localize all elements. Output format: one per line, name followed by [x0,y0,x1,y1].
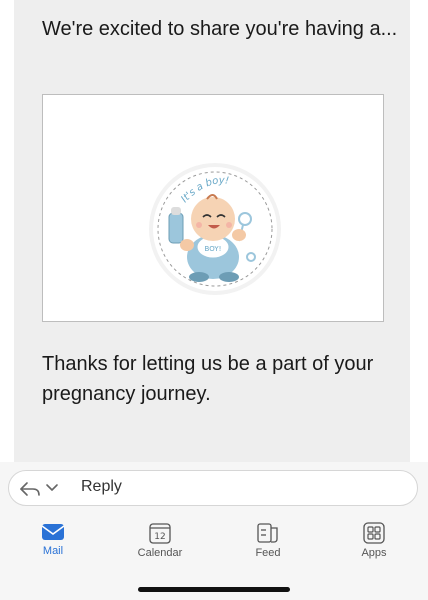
nav-calendar[interactable]: 12 Calendar [120,522,200,568]
nav-apps[interactable]: Apps [334,522,414,568]
announcement-image: It's a boy! BOY! [42,94,384,322]
nav-calendar-label: Calendar [137,547,183,559]
nav-apps-label: Apps [361,547,387,559]
baby-boy-sticker: It's a boy! BOY! [149,163,281,295]
reply-label[interactable]: Reply [81,478,122,496]
mail-icon [41,524,65,540]
nav-mail[interactable]: Mail [13,522,93,568]
nav-feed[interactable]: Feed [228,522,308,568]
sticker-bib-text: BOY! [205,245,222,253]
email-body: We're excited to share you're having a..… [14,0,410,462]
email-outro-text: Thanks for letting us be a part of your … [42,353,374,405]
home-indicator[interactable] [138,587,290,592]
feed-icon [257,523,278,543]
nav-feed-label: Feed [255,547,281,559]
apps-icon [363,522,385,544]
calendar-icon: 12 [149,523,171,544]
chevron-down-icon[interactable] [45,483,59,493]
nav-mail-label: Mail [42,545,64,557]
reply-arrow-icon[interactable] [19,480,41,498]
email-intro-text: We're excited to share you're having a..… [42,18,398,40]
reply-field[interactable]: Reply [8,470,418,506]
calendar-badge: 12 [154,532,165,542]
